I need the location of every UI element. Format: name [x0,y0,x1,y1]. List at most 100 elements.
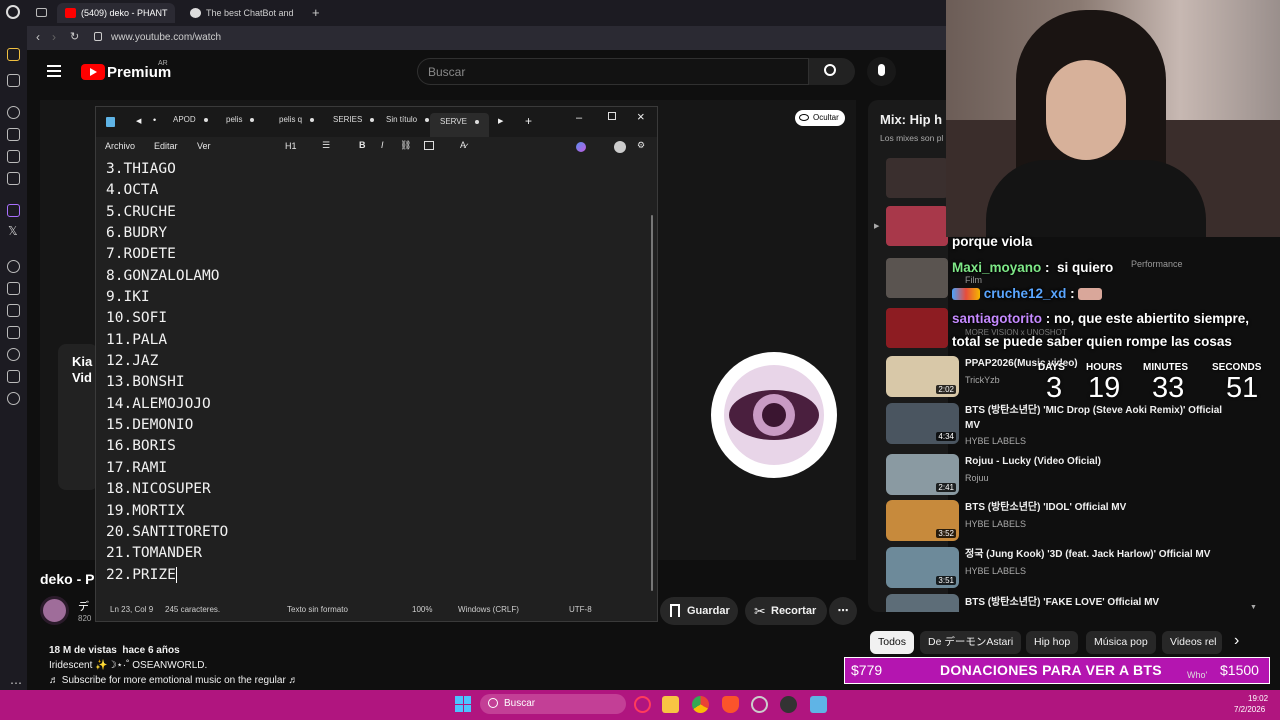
clip-button[interactable]: ✂ Recortar [745,597,827,625]
zoom-status[interactable]: 100% [412,605,432,614]
back-icon[interactable]: ‹ [36,30,40,44]
search-button[interactable] [809,58,855,85]
italic-icon[interactable]: I [381,140,384,150]
tab-chatbot[interactable]: The best ChatBot and [182,3,304,23]
bold-icon[interactable]: B [359,140,366,150]
menu-edit[interactable]: Editar [154,141,178,151]
tab-youtube[interactable]: (5409) deko - PHANT [57,3,175,23]
list-scrollbar[interactable]: ▼ [1250,604,1257,611]
bookmark-icon[interactable] [7,128,20,141]
hide-button[interactable]: Ocultar [795,110,845,126]
notepad-taskbar-icon[interactable] [810,696,827,713]
settings-icon[interactable] [7,392,20,405]
chip-all[interactable]: Todos [870,631,915,654]
app-icon[interactable] [751,696,768,713]
minimize-icon[interactable]: – [576,112,582,124]
search-input[interactable]: Buscar [417,58,809,85]
rec-thumbnail[interactable]: 4:34 [886,403,959,444]
rec-channel[interactable]: HYBE LABELS [965,436,1026,446]
notepad-tab[interactable]: APOD [173,115,208,124]
more-actions-button[interactable]: ⋯ [829,597,857,625]
x-icon[interactable]: 𝕏 [8,224,18,238]
rec-title[interactable]: BTS (방탄소년단) 'MIC Drop (Steve Aoki Remix)… [965,403,1225,433]
copilot-icon[interactable] [576,142,586,152]
rec-title[interactable]: Rojuu - Lucky (Video Oficial) [965,454,1225,469]
twitch-icon[interactable] [7,204,20,217]
opera-icon[interactable] [634,696,651,713]
messenger-icon[interactable] [7,74,20,87]
maximize-icon[interactable] [608,112,616,120]
playlist-thumb[interactable] [886,206,948,246]
tab-scroll-left-icon[interactable]: ◀ [136,117,141,125]
close-icon[interactable]: × [637,109,645,124]
new-tab-button[interactable]: + [312,5,320,20]
tab-menu-icon[interactable]: • [153,115,156,125]
chip-related[interactable]: Videos rel [1162,631,1222,654]
file-explorer-icon[interactable] [662,696,679,713]
table-icon[interactable] [424,141,434,150]
notepad-scrollbar[interactable] [651,215,653,591]
chrome-icon[interactable] [692,696,709,713]
notepad-tab[interactable]: Sin título [386,115,430,124]
extensions-icon[interactable] [7,282,20,295]
taskbar-time[interactable]: 19:02 [1248,694,1268,703]
tab-scroll-right-icon[interactable]: ▶ [498,117,503,125]
playlist-thumb[interactable] [886,258,948,298]
rec-thumbnail[interactable]: 2:41 [886,454,959,495]
line-ending-status[interactable]: Windows (CRLF) [458,605,519,614]
rec-channel[interactable]: HYBE LABELS [965,566,1026,576]
notes-icon[interactable] [7,150,20,163]
pin-icon[interactable] [7,326,20,339]
forward-icon[interactable]: › [52,30,56,44]
settings-icon[interactable]: ⚙ [637,140,645,151]
playlist-thumb[interactable] [886,158,948,198]
heading-dropdown[interactable]: H1 [285,141,297,151]
history-icon[interactable] [7,106,20,119]
notepad-text-area[interactable]: 3.THIAGO 4.OCTA 5.CRUCHE 6.BUDRY 7.RODETE 8.G… [106,159,646,599]
playlist-thumb[interactable] [886,308,948,348]
menu-view[interactable]: Ver [197,141,211,151]
chip-pop[interactable]: Música pop [1086,631,1156,654]
rec-thumbnail[interactable] [886,594,959,612]
url-text[interactable]: www.youtube.com/watch [111,32,221,43]
notepad-tab[interactable]: pelis q [279,115,315,124]
menu-icon[interactable] [47,65,61,77]
avatar[interactable] [40,596,69,625]
rec-title[interactable]: BTS (방탄소년단) 'IDOL' Official MV [965,500,1225,515]
obs-icon[interactable] [780,696,797,713]
browser-logo-icon[interactable] [6,5,20,19]
youtube-logo-icon[interactable] [81,64,105,80]
heart-icon[interactable] [7,304,20,317]
rec-channel[interactable]: Rojuu [965,473,989,483]
menu-file[interactable]: Archivo [105,141,135,151]
notepad-tab-active[interactable]: SERVE [430,113,489,137]
new-tab-icon[interactable]: + [525,114,532,128]
mail-icon[interactable] [7,172,20,185]
taskbar-date[interactable]: 7/2/2026 [1234,705,1265,714]
download-icon[interactable] [7,370,20,383]
tab-list-icon[interactable] [36,8,47,17]
rec-title[interactable]: 정국 (Jung Kook) '3D (feat. Jack Harlow)' … [965,547,1225,562]
more-icon[interactable]: ⋯ [10,676,22,690]
reload-icon[interactable]: ↻ [70,30,79,43]
clear-format-icon[interactable]: A̷ [460,140,466,150]
rec-channel[interactable]: HYBE LABELS [965,519,1026,529]
chevron-right-icon[interactable]: › [1234,632,1239,650]
mic-button[interactable] [867,57,896,86]
brave-icon[interactable] [722,696,739,713]
rec-thumbnail[interactable]: 3:52 [886,500,959,541]
taskbar-search[interactable]: Buscar [480,694,626,714]
rec-thumbnail[interactable]: 3:51 [886,547,959,588]
clock-icon[interactable] [7,260,20,273]
windows-start-icon[interactable] [455,696,471,712]
account-icon[interactable] [614,141,626,153]
rec-title[interactable]: BTS (방탄소년단) 'FAKE LOVE' Official MV [965,595,1225,610]
encoding-status[interactable]: UTF-8 [569,605,592,614]
description-box[interactable]: 18 M de vistas hace 6 años Iridescent ✨☽… [40,640,856,690]
chip-hiphop[interactable]: Hip hop [1026,631,1079,654]
notepad-tab[interactable]: pelis [226,115,255,124]
timer-icon[interactable] [7,348,20,361]
list-icon[interactable]: ☰ [322,140,330,151]
home-icon[interactable] [7,48,20,61]
save-button[interactable]: Guardar [660,597,738,625]
